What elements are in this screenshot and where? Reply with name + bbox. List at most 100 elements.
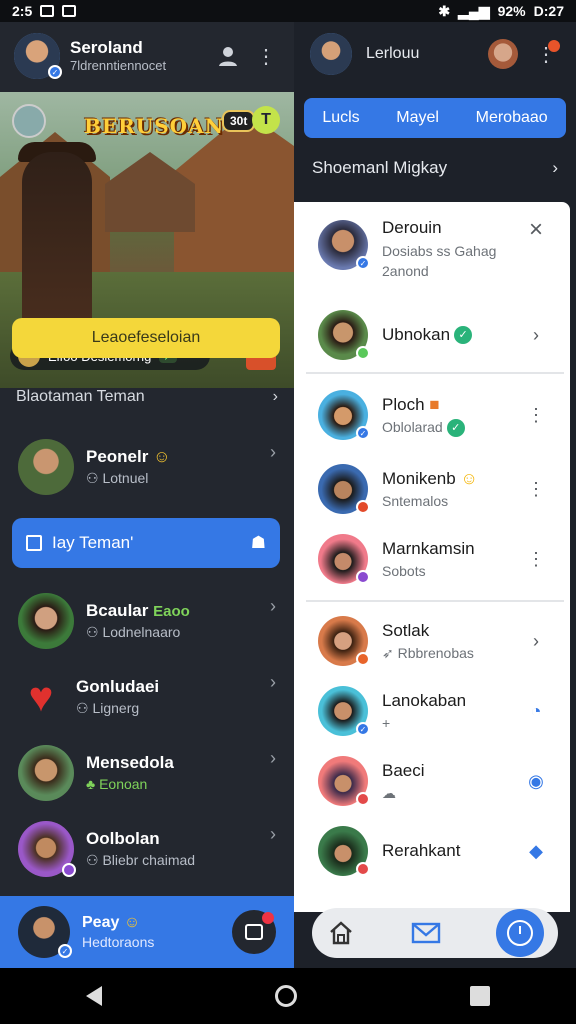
more-vert-icon[interactable]: ⋮	[526, 479, 546, 500]
friend-item[interactable]: ♥ Gonludaei ⚇ Lignerg ›	[0, 662, 294, 732]
clock-button[interactable]	[496, 909, 544, 957]
chevron-right-icon: ›	[272, 388, 278, 405]
friend-avatar	[18, 821, 76, 877]
status-badge	[356, 500, 370, 514]
contact-item[interactable]: Sotlak ➶ Rbbrenobas ›	[294, 606, 570, 676]
more-vert-icon[interactable]: ⋮	[252, 42, 280, 70]
contact-avatar	[318, 616, 370, 666]
status-badge	[356, 570, 370, 584]
verified-icon: ✓	[58, 944, 72, 958]
status-badge	[356, 652, 370, 666]
contact-item[interactable]: Baeci ☁ ◉	[294, 746, 570, 816]
friend-item[interactable]: Peonelr ☺ ⚇ Lotnuel ›	[0, 432, 294, 502]
heart-icon: ♥	[28, 673, 54, 720]
chevron-right-icon: ›	[270, 596, 276, 616]
tab-lucls[interactable]: Lucls	[322, 109, 359, 127]
screen-icon	[62, 5, 77, 17]
contact-avatar	[318, 534, 370, 584]
smile-icon: ☺	[153, 447, 171, 467]
contact-item[interactable]: ✓ Ploch ■ Oblolarad ✓ ⋮	[294, 380, 570, 450]
contact-item[interactable]: Ubnokan ✓ ›	[294, 300, 570, 370]
chat-bubble-icon: ☁	[382, 785, 396, 802]
checkbox-icon	[26, 535, 42, 551]
contact-name: Ploch	[382, 394, 425, 414]
bluetooth-icon: ✱	[438, 2, 451, 19]
status-time-right: D:27	[533, 3, 564, 19]
friend-sub: Lotnuel	[102, 470, 149, 487]
tab-merobaao[interactable]: Merobaao	[476, 109, 548, 127]
more-vert-icon[interactable]: ⋮	[526, 405, 546, 426]
contacts-section-title[interactable]: Shoemanl Migkay ›	[312, 158, 558, 178]
contact-sub: Oblolarad	[382, 419, 443, 436]
contact-item[interactable]: ✓ Lanokaban + ◔	[294, 676, 570, 746]
contact-name: Monikenb	[382, 468, 456, 488]
contact-avatar	[318, 756, 370, 806]
thumbs-up-icon: ☗	[250, 533, 266, 552]
chevron-right-icon[interactable]: ›	[526, 325, 546, 346]
hero-character	[22, 152, 92, 332]
left-footer[interactable]: ✓ Peay ☺ Hedtoraons	[0, 896, 294, 968]
chevron-right-icon: ›	[270, 748, 276, 768]
friend-tag: Eaoo	[153, 603, 190, 621]
target-icon[interactable]: ◉	[526, 771, 546, 792]
compose-button[interactable]	[232, 910, 276, 954]
bottom-nav	[312, 908, 558, 958]
status-badge	[356, 862, 370, 876]
gift-icon: ■	[429, 394, 440, 414]
coin-icon[interactable]: T	[252, 106, 280, 134]
contact-item[interactable]: Marnkamsin Sobots ⋮	[294, 524, 570, 594]
friend-item[interactable]: Oolbolan ⚇ Bliebr chaimad ›	[0, 814, 294, 884]
right-profile-avatar[interactable]	[310, 33, 352, 75]
footer-name: Peay	[82, 913, 120, 931]
online-badge	[356, 346, 370, 360]
more-vert-icon[interactable]: ⋮	[532, 40, 560, 68]
contact-avatar	[318, 310, 370, 360]
chevron-right-icon: ›	[270, 442, 276, 462]
contact-sub: Rbbrenobas	[397, 645, 474, 662]
friends-section-title[interactable]: Blaotaman Teman ›	[16, 388, 278, 406]
contact-item[interactable]: Rerahkant ◆	[294, 816, 570, 886]
contact-avatar: ✓	[318, 686, 370, 736]
profile-name: Seroland	[70, 38, 143, 57]
contact-item[interactable]: ✓ Derouin Dosiabs ss Gahag 2anond ×	[294, 216, 570, 296]
contact-name: Derouin	[382, 218, 442, 237]
contact-name: Lanokaban	[382, 690, 467, 710]
close-icon[interactable]: ×	[526, 216, 546, 244]
chevron-right-icon[interactable]: ›	[526, 631, 546, 652]
contact-item[interactable]: Monikenb ☺ Sntemalos ⋮	[294, 454, 570, 524]
tab-mayel[interactable]: Mayel	[396, 109, 439, 127]
system-navigation	[0, 968, 576, 1024]
compose-icon	[245, 924, 263, 940]
friend-sub: Bliebr chaimad	[102, 852, 196, 869]
contact-name: Sotlak	[382, 620, 430, 640]
primary-button[interactable]: Leaoefeseloian	[12, 318, 280, 358]
contact-name: Rerahkant	[382, 840, 461, 860]
tag-icon[interactable]: ◆	[526, 841, 546, 862]
divider	[306, 372, 564, 374]
friend-item[interactable]: Bcaular Eaoo ⚇ Lodnelnaaro ›	[0, 586, 294, 656]
friend-sub: Lignerg	[92, 700, 140, 717]
status-bar: 2:5 ✱ ▂▄▆ 92% D:27	[0, 0, 576, 22]
friend-avatar	[18, 745, 74, 801]
back-icon[interactable]	[86, 986, 103, 1006]
home-button-icon[interactable]	[274, 985, 297, 1007]
mail-icon[interactable]	[411, 918, 441, 948]
clock-icon[interactable]: ◔	[526, 701, 546, 722]
notification-icon	[40, 5, 55, 17]
friend-name: Gonludaei	[76, 677, 160, 697]
status-badge	[62, 863, 76, 877]
friend-item[interactable]: Mensedola ♣ Eonoan ›	[0, 738, 294, 808]
add-friend-bar[interactable]: Iay Teman' ☗	[12, 518, 280, 568]
more-vert-icon[interactable]: ⋮	[526, 549, 546, 570]
profile-subtitle: 7ldrenntiennocet	[70, 58, 167, 74]
home-icon[interactable]	[326, 918, 356, 948]
mini-avatar[interactable]	[488, 39, 518, 69]
profile-avatar[interactable]: ✓	[14, 33, 62, 79]
contact-sub2: 2anond	[382, 262, 429, 279]
user-icon[interactable]	[214, 42, 242, 70]
right-header-label: Lerlouu	[366, 45, 420, 62]
footer-avatar: ✓	[18, 906, 72, 958]
verified-icon: ✓	[356, 426, 370, 440]
recents-icon[interactable]	[469, 986, 490, 1006]
footer-sub: Hedtoraons	[82, 934, 155, 951]
